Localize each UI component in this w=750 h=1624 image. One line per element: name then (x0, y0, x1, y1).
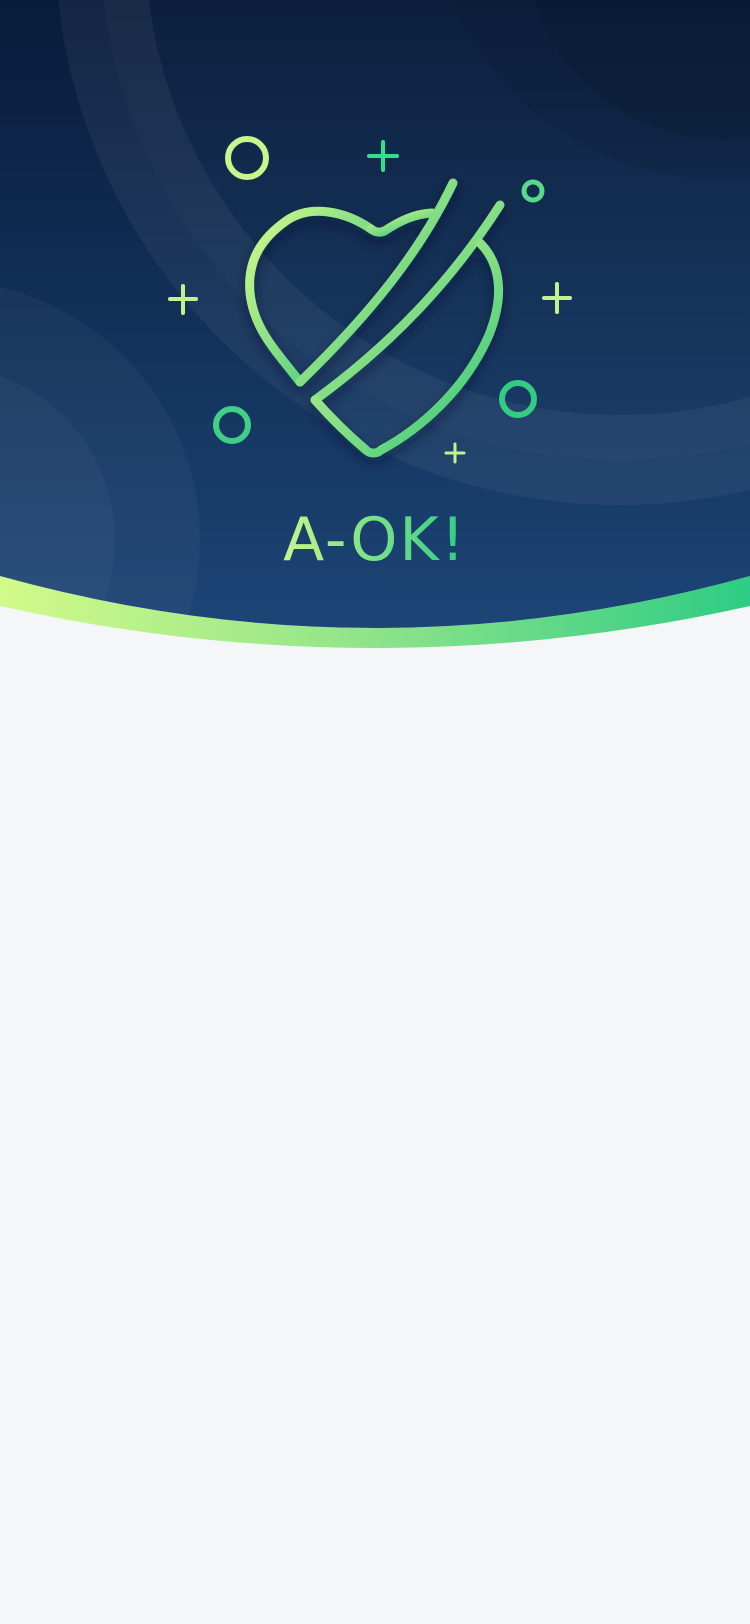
splash-screen: A-OK! (0, 0, 750, 1624)
content-area (0, 660, 750, 1624)
app-title: A-OK! (283, 505, 467, 575)
hero-banner: A-OK! (0, 0, 750, 660)
hero-artwork: A-OK! (0, 0, 750, 648)
